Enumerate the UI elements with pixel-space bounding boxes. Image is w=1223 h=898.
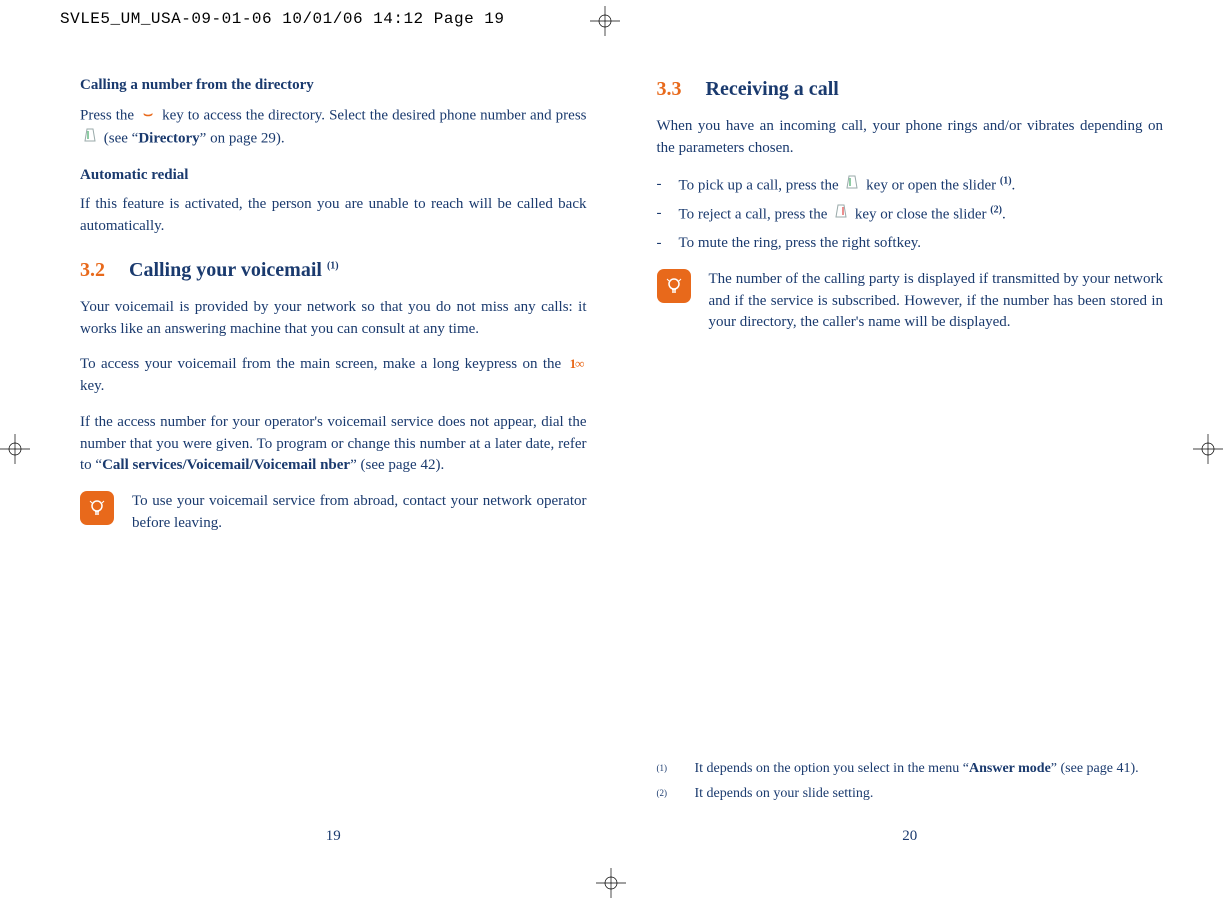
text: .: [1012, 177, 1016, 193]
subheading-directory: Calling a number from the directory: [80, 75, 587, 97]
para-voicemail-access: To access your voicemail from the main s…: [80, 354, 587, 398]
down-key-icon: ⌣: [138, 105, 158, 127]
tip-text: To use your voicemail service from abroa…: [132, 491, 587, 535]
text: To reject a call, press the: [679, 207, 832, 223]
page-left: Calling a number from the directory Pres…: [80, 75, 587, 848]
footnote-marker: (2): [657, 784, 675, 800]
text: To pick up a call, press the: [679, 177, 843, 193]
list-item: - To pick up a call, press the key or op…: [657, 174, 1164, 198]
footnote-2: (2) It depends on your slide setting.: [657, 784, 1164, 804]
answer-key-icon: [842, 174, 862, 198]
footnote-1: (1) It depends on the option you select …: [657, 759, 1164, 779]
section-heading-3-2: 3.2 Calling your voicemail (1): [80, 256, 587, 285]
page-right: 3.3 Receiving a call When you have an in…: [657, 75, 1164, 848]
registration-mark-left-icon: [0, 434, 30, 464]
lightbulb-icon: [80, 491, 114, 525]
section-title: Receiving a call: [706, 75, 839, 104]
text: ” (see page 42).: [350, 457, 444, 473]
list-item: - To reject a call, press the key or clo…: [657, 203, 1164, 227]
para-directory: Press the ⌣ key to access the directory.…: [80, 105, 587, 151]
text: key or close the slider: [855, 207, 990, 223]
text: key.: [80, 378, 104, 394]
superscript: (1): [327, 260, 339, 271]
text-bold: Directory: [138, 130, 199, 146]
text: .: [1002, 207, 1006, 223]
tip-voicemail-abroad: To use your voicemail service from abroa…: [80, 491, 587, 535]
registration-mark-right-icon: [1193, 434, 1223, 464]
reject-key-icon: [831, 203, 851, 227]
text-bold: Answer mode: [969, 761, 1051, 776]
para-voicemail-program: If the access number for your operator's…: [80, 412, 587, 477]
para-voicemail-intro: Your voicemail is provided by your netwo…: [80, 297, 587, 341]
text: key to access the directory. Select the …: [162, 107, 586, 123]
page-spread: Calling a number from the directory Pres…: [80, 75, 1163, 848]
tip-text: The number of the calling party is displ…: [709, 269, 1164, 334]
section-title: Calling your voicemail (1): [129, 256, 339, 285]
list-text: To pick up a call, press the key or open…: [679, 174, 1016, 198]
registration-mark-top-icon: [590, 6, 620, 36]
subheading-redial: Automatic redial: [80, 165, 587, 187]
text: ” (see page 41).: [1051, 761, 1139, 776]
list-text: To mute the ring, press the right softke…: [679, 233, 922, 255]
footnotes: (1) It depends on the option you select …: [657, 759, 1164, 808]
registration-mark-bottom-icon: [596, 868, 626, 898]
text: (see “: [104, 130, 139, 146]
footnote-marker: (1): [657, 759, 675, 775]
section-number: 3.2: [80, 256, 105, 285]
tip-caller-id: The number of the calling party is displ…: [657, 269, 1164, 334]
text: Press the: [80, 107, 138, 123]
text: It depends on the option you select in t…: [695, 761, 970, 776]
lightbulb-icon: [657, 269, 691, 303]
dash-icon: -: [657, 203, 669, 227]
receiving-actions-list: - To pick up a call, press the key or op…: [657, 174, 1164, 255]
section-number: 3.3: [657, 75, 682, 104]
list-item: - To mute the ring, press the right soft…: [657, 233, 1164, 255]
dash-icon: -: [657, 233, 669, 255]
section-heading-3-3: 3.3 Receiving a call: [657, 75, 1164, 104]
text: Calling your voicemail: [129, 259, 327, 281]
one-key-icon: 1∞: [567, 355, 587, 374]
text: key or open the slider: [866, 177, 1000, 193]
footnote-text: It depends on your slide setting.: [695, 784, 874, 804]
text: To access your voicemail from the main s…: [80, 356, 567, 372]
text-bold: Call services/Voicemail/Voicemail nber: [102, 457, 350, 473]
page-number-right: 20: [657, 826, 1164, 848]
crop-header: SVLE5_UM_USA-09-01-06 10/01/06 14:12 Pag…: [60, 10, 504, 28]
dash-icon: -: [657, 174, 669, 198]
text: ” on page 29).: [200, 130, 285, 146]
list-text: To reject a call, press the key or close…: [679, 203, 1006, 227]
superscript: (2): [990, 205, 1002, 216]
para-redial: If this feature is activated, the person…: [80, 194, 587, 238]
superscript: (1): [1000, 175, 1012, 186]
answer-key-icon: [80, 127, 100, 151]
para-receiving-intro: When you have an incoming call, your pho…: [657, 116, 1164, 160]
footnote-text: It depends on the option you select in t…: [695, 759, 1139, 779]
page-number-left: 19: [80, 826, 587, 848]
